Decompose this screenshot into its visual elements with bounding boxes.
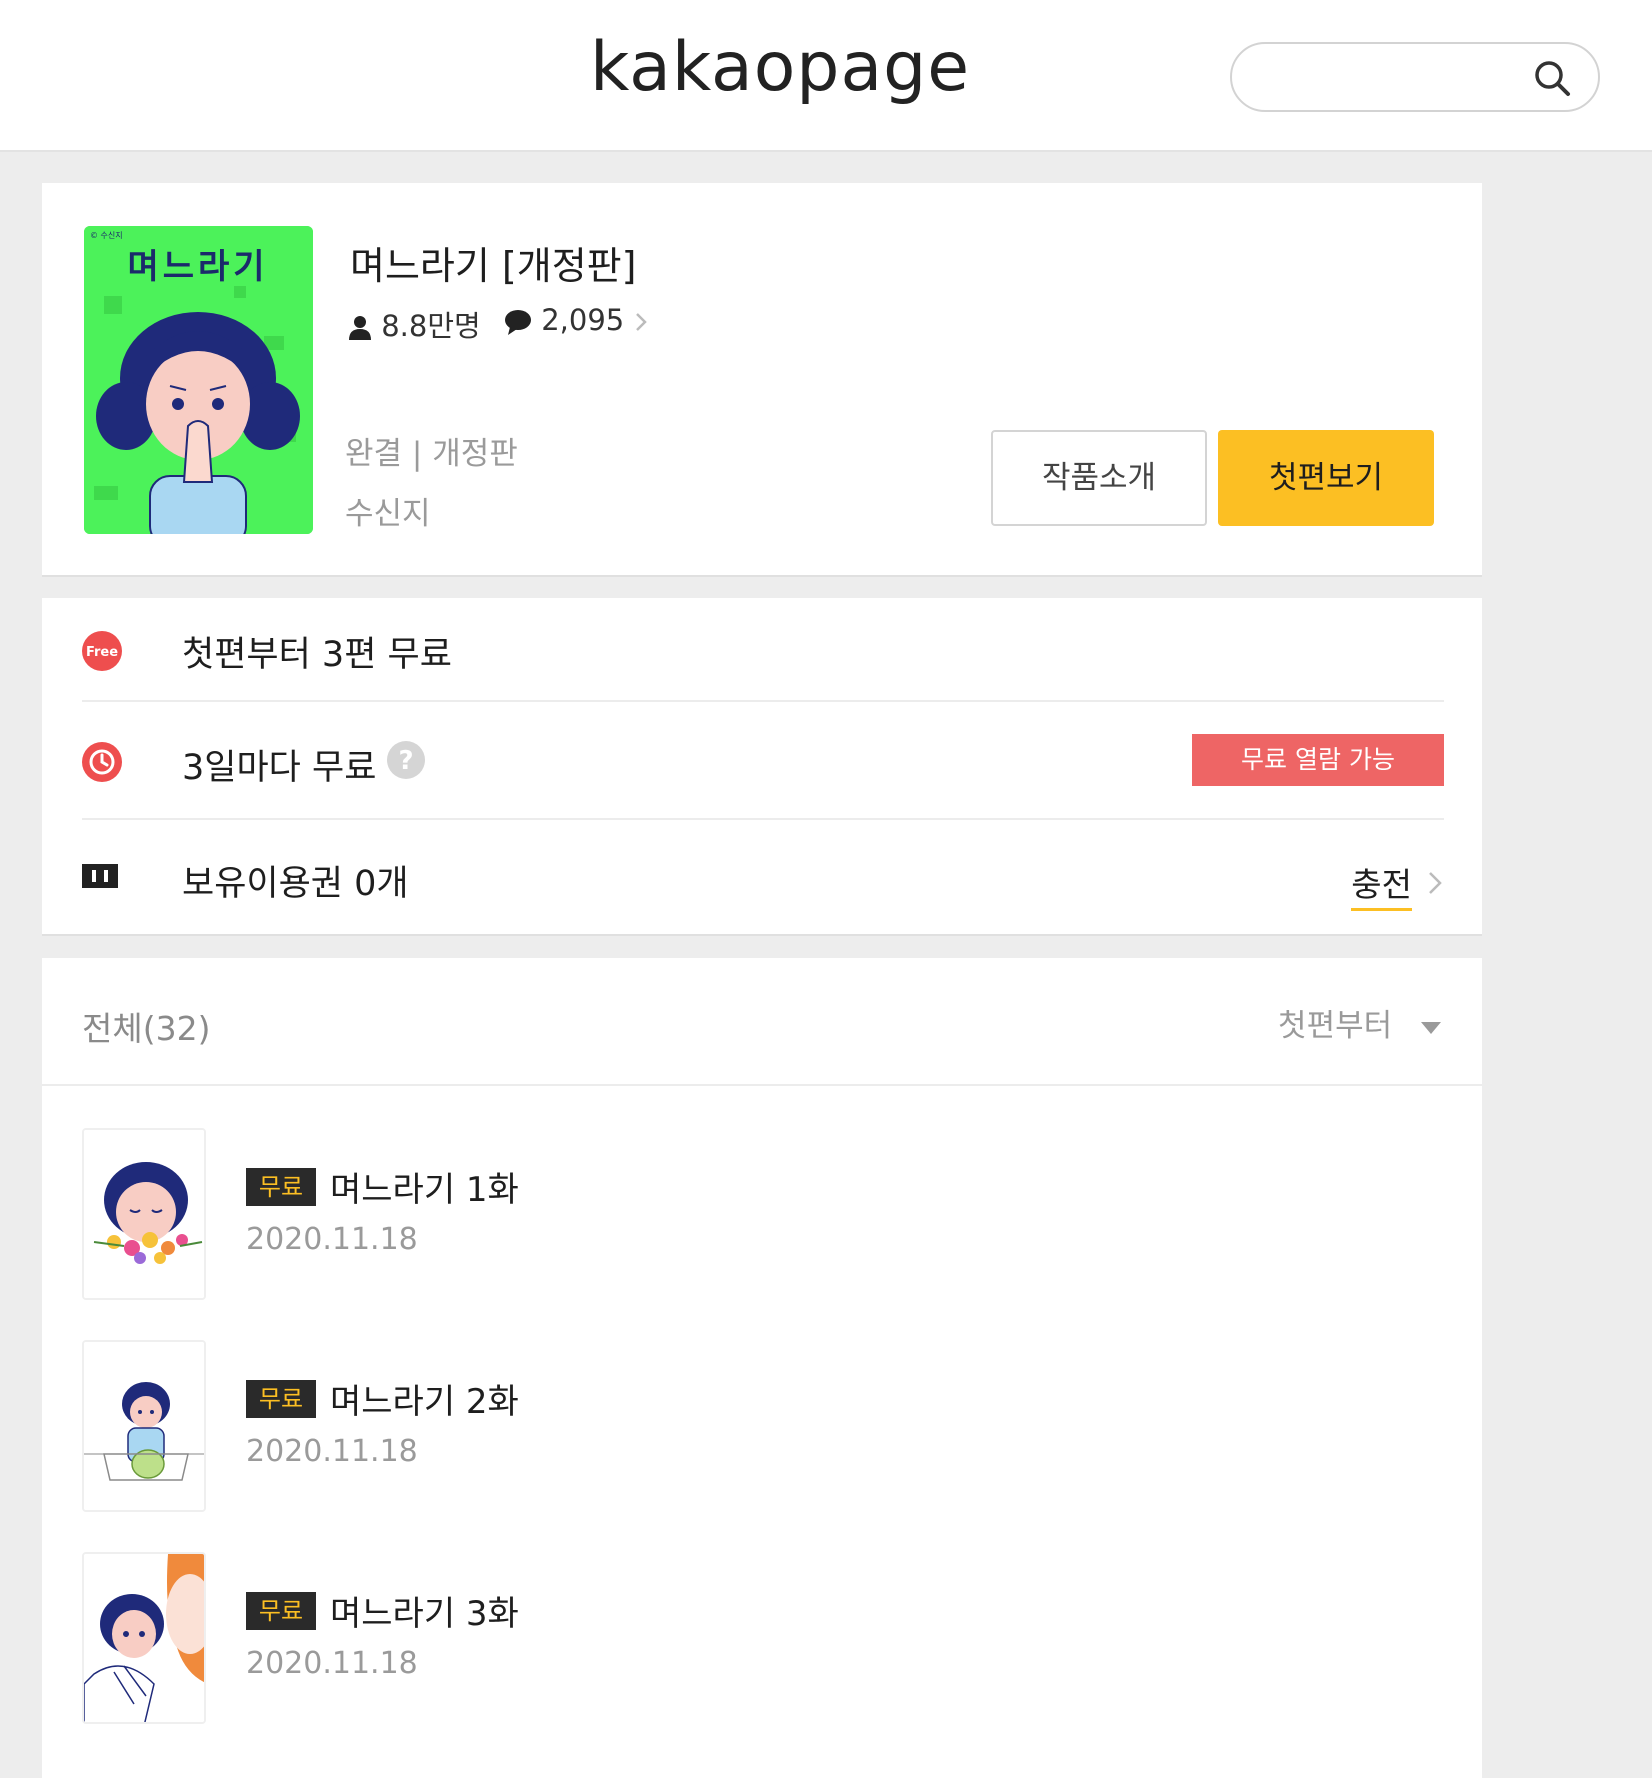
readers-count: 8.8만명 <box>381 309 481 343</box>
episode-thumbnail <box>82 1552 206 1724</box>
chevron-right-icon[interactable] <box>1426 868 1444 898</box>
free-badge: 무료 <box>246 1168 316 1206</box>
clock-icon <box>82 742 122 782</box>
work-status: 완결 | 개정판 <box>345 436 518 472</box>
sort-label: 첫편부터 <box>1278 1008 1393 1044</box>
free-episodes-label: 첫편부터 3편 무료 <box>182 635 452 675</box>
ticket-icon <box>82 864 118 888</box>
episode-total: 전체(32) <box>82 1009 211 1048</box>
comments-stat[interactable]: 2,095 <box>504 303 649 337</box>
episode-item[interactable]: 무료 며느라기 1화 2020.11.18 <box>82 1128 1442 1300</box>
person-icon <box>349 316 371 340</box>
free-badge: 무료 <box>246 1592 316 1630</box>
help-icon[interactable]: ? <box>386 740 426 780</box>
kakaopage-logo[interactable]: kakaopage <box>590 28 969 107</box>
chevron-right-icon <box>636 313 648 331</box>
svg-text:© 수신지: © 수신지 <box>90 231 123 240</box>
top-header: kakaopage <box>0 0 1652 152</box>
search-box[interactable] <box>1230 42 1600 112</box>
free-badge-icon: Free <box>82 631 122 671</box>
free-open-badge: 무료 열람 가능 <box>1192 734 1444 786</box>
cover-illustration: © 수신지 며느라기 <box>84 226 313 534</box>
episode-illustration <box>84 1554 204 1722</box>
episode-item[interactable]: 무료 며느라기 2화 2020.11.18 <box>82 1340 1442 1512</box>
episode-date: 2020.11.18 <box>246 1434 418 1469</box>
intro-button[interactable]: 작품소개 <box>991 430 1207 526</box>
readers-stat: 8.8만명 <box>348 303 481 345</box>
list-header: 전체(32) 첫편부터 <box>42 958 1482 1086</box>
work-author[interactable]: 수신지 <box>345 488 431 533</box>
comments-count: 2,095 <box>541 303 625 337</box>
svg-text:Free: Free <box>86 645 118 660</box>
search-input[interactable] <box>1258 56 1518 100</box>
comment-icon <box>505 310 531 335</box>
caret-down-icon <box>1421 1021 1441 1034</box>
search-icon[interactable] <box>1532 58 1572 98</box>
first-episode-button[interactable]: 첫편보기 <box>1218 430 1434 526</box>
episode-title: 며느라기 2화 <box>330 1382 519 1422</box>
episode-illustration <box>84 1342 204 1510</box>
episode-thumbnail <box>82 1340 206 1512</box>
purchase-info-card: Free 첫편부터 3편 무료 3일마다 무료 ? 무료 열람 가능 보유이용권… <box>42 598 1482 936</box>
ticket-label: 보유이용권 0개 <box>182 864 409 904</box>
svg-text:며느라기: 며느라기 <box>127 247 268 287</box>
cover-image[interactable]: © 수신지 며느라기 <box>84 226 313 534</box>
episode-illustration <box>84 1130 204 1298</box>
episode-thumbnail <box>82 1128 206 1300</box>
episode-list-card: 전체(32) 첫편부터 무료 며느라기 1화 2020.11.18 무료 며느라… <box>42 958 1482 1778</box>
free-episodes-row: Free 첫편부터 3편 무료 <box>82 598 1444 702</box>
work-summary-card: © 수신지 며느라기 며느라기 [개정판] 8.8만명 2,095 완결 | 개… <box>42 183 1482 577</box>
episode-title: 며느라기 3화 <box>330 1594 519 1634</box>
wait-free-label: 3일마다 무료 <box>182 748 377 788</box>
sort-dropdown[interactable]: 첫편부터 <box>1278 1000 1442 1045</box>
ticket-row: 보유이용권 0개 충전 <box>82 820 1444 936</box>
wait-free-row: 3일마다 무료 ? 무료 열람 가능 <box>82 702 1444 820</box>
svg-text:?: ? <box>398 746 413 776</box>
episode-date: 2020.11.18 <box>246 1646 418 1681</box>
episode-title: 며느라기 1화 <box>330 1170 519 1210</box>
episode-item[interactable]: 무료 며느라기 3화 2020.11.18 <box>82 1552 1442 1724</box>
work-title: 며느라기 [개정판] <box>350 244 637 288</box>
episode-date: 2020.11.18 <box>246 1222 418 1257</box>
free-badge: 무료 <box>246 1380 316 1418</box>
charge-link[interactable]: 충전 <box>1351 858 1412 911</box>
